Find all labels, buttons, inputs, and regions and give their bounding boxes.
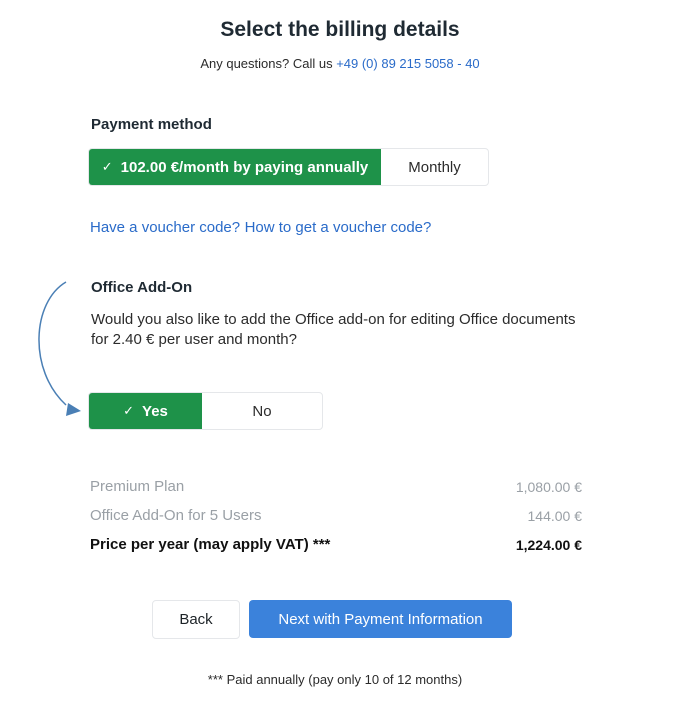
footnote: *** Paid annually (pay only 10 of 12 mon… <box>207 672 463 687</box>
phone-link[interactable]: +49 (0) 89 215 5058 - 40 <box>336 56 479 71</box>
total-value: 1,224.00 € <box>515 536 582 553</box>
next-payment-button[interactable]: Next with Payment Information <box>249 600 512 638</box>
summary-row: Office Add-On for 5 Users 144.00 € <box>90 507 582 524</box>
monthly-label: Monthly <box>408 158 461 176</box>
arrow-icon <box>38 281 81 416</box>
summary-row-label: Premium Plan <box>90 478 185 495</box>
summary-row-value: 1,080.00 € <box>515 478 582 495</box>
summary-total-row: Price per year (may apply VAT) *** 1,224… <box>90 536 582 553</box>
back-button[interactable]: Back <box>152 600 240 639</box>
total-label: Price per year (may apply VAT) *** <box>90 536 331 553</box>
office-addon-label: Office Add-On <box>91 279 193 296</box>
voucher-code-link[interactable]: Have a voucher code? <box>90 219 240 236</box>
page-title: Select the billing details <box>220 18 460 41</box>
how-to-get-voucher-link[interactable]: How to get a voucher code? <box>245 219 432 236</box>
voucher-links: Have a voucher code? How to get a vouche… <box>90 219 431 237</box>
contact-line: Any questions? Call us +49 (0) 89 215 50… <box>0 56 680 71</box>
annual-label: 102.00 €/month by paying annually <box>120 158 369 176</box>
summary-row: Premium Plan 1,080.00 € <box>90 478 582 495</box>
check-icon: ✓ <box>101 159 113 174</box>
check-icon: ✓ <box>123 403 135 418</box>
office-addon-question: Would you also like to add the Office ad… <box>91 311 576 348</box>
contact-prefix: Any questions? Call us <box>200 56 337 71</box>
option-yes[interactable]: ✓ Yes <box>89 393 202 429</box>
yes-label: Yes <box>142 402 168 420</box>
option-monthly[interactable]: Monthly <box>381 149 488 185</box>
option-no[interactable]: No <box>202 393 322 429</box>
payment-method-toggle: ✓ 102.00 €/month by paying annually Mont… <box>88 148 489 186</box>
option-annual[interactable]: ✓ 102.00 €/month by paying annually <box>89 149 381 185</box>
summary-row-label: Office Add-On for 5 Users <box>90 507 262 524</box>
summary-row-value: 144.00 € <box>527 507 583 524</box>
office-addon-toggle: ✓ Yes No <box>88 392 323 430</box>
no-label: No <box>252 402 272 420</box>
payment-method-label: Payment method <box>91 116 212 133</box>
